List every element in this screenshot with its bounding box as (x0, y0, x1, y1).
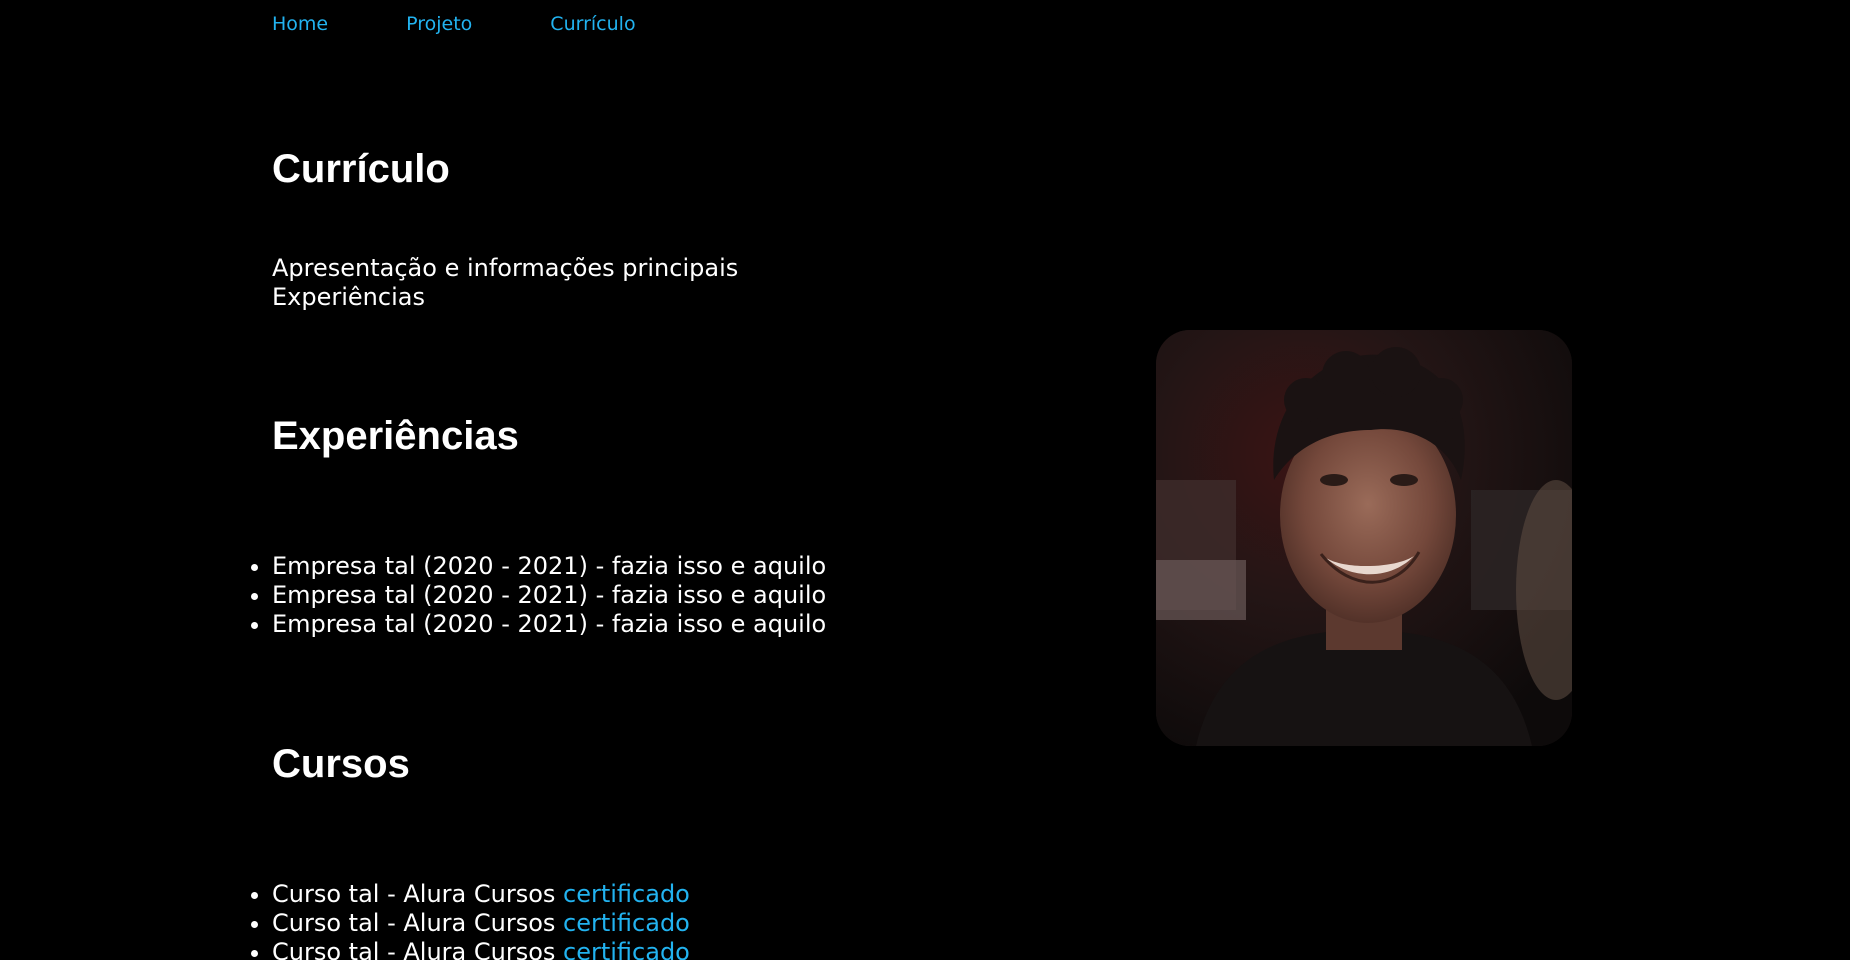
certificado-link[interactable]: certificado (563, 880, 690, 908)
cursos-heading: Cursos (272, 742, 410, 786)
nav-home-link[interactable]: Home (272, 12, 328, 36)
list-item: Empresa tal (2020 - 2021) - fazia isso e… (272, 581, 826, 610)
cursos-list: Curso tal - Alura Cursos certificado Cur… (248, 880, 690, 960)
list-item: Curso tal - Alura Cursos certificado (272, 938, 690, 960)
course-text: Curso tal - Alura Cursos (272, 880, 564, 908)
profile-photo (1156, 330, 1572, 746)
list-item: Empresa tal (2020 - 2021) - fazia isso e… (272, 552, 826, 581)
page: Home Projeto Currículo Currículo Apresen… (0, 0, 1850, 961)
list-item: Curso tal - Alura Cursos certificado (272, 909, 690, 938)
intro-block: Apresentação e informações principais Ex… (272, 254, 738, 312)
browser-viewport: Home Projeto Currículo Currículo Apresen… (0, 0, 1850, 960)
intro-line: Apresentação e informações principais (272, 254, 739, 282)
portrait-illustration (1156, 330, 1572, 746)
nav-projeto-link[interactable]: Projeto (406, 12, 472, 36)
list-item: Empresa tal (2020 - 2021) - fazia isso e… (272, 610, 826, 639)
certificado-link[interactable]: certificado (563, 909, 690, 937)
course-text: Curso tal - Alura Cursos (272, 938, 564, 960)
experiencias-list: Empresa tal (2020 - 2021) - fazia isso e… (248, 552, 826, 639)
page-title: Currículo (272, 147, 450, 191)
top-nav: Home Projeto Currículo (272, 12, 714, 36)
intro-line: Experiências (272, 283, 425, 311)
course-text: Curso tal - Alura Cursos (272, 909, 564, 937)
nav-curriculo-link[interactable]: Currículo (550, 12, 635, 36)
certificado-link[interactable]: certificado (563, 938, 690, 960)
experiencias-heading: Experiências (272, 414, 519, 458)
list-item: Curso tal - Alura Cursos certificado (272, 880, 690, 909)
